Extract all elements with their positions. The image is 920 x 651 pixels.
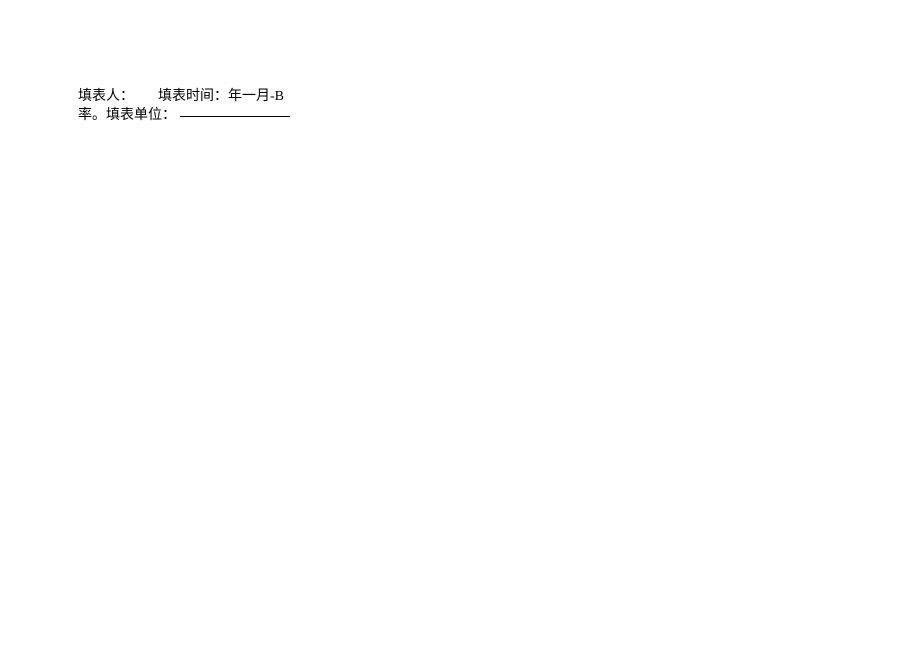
time-value: 年一月-B [228, 89, 284, 104]
time-label: 填表时间： [158, 89, 228, 104]
form-line-1: 填表人： 填表时间：年一月-B [78, 88, 838, 107]
unit-blank-underline [180, 116, 290, 117]
form-header-block: 填表人： 填表时间：年一月-B 率。填表单位： [78, 88, 838, 126]
line2-prefix: 率。 [78, 108, 106, 123]
form-line-2: 率。填表单位： [78, 107, 838, 126]
unit-label: 填表单位： [106, 108, 176, 123]
filler-label: 填表人： [78, 89, 134, 104]
